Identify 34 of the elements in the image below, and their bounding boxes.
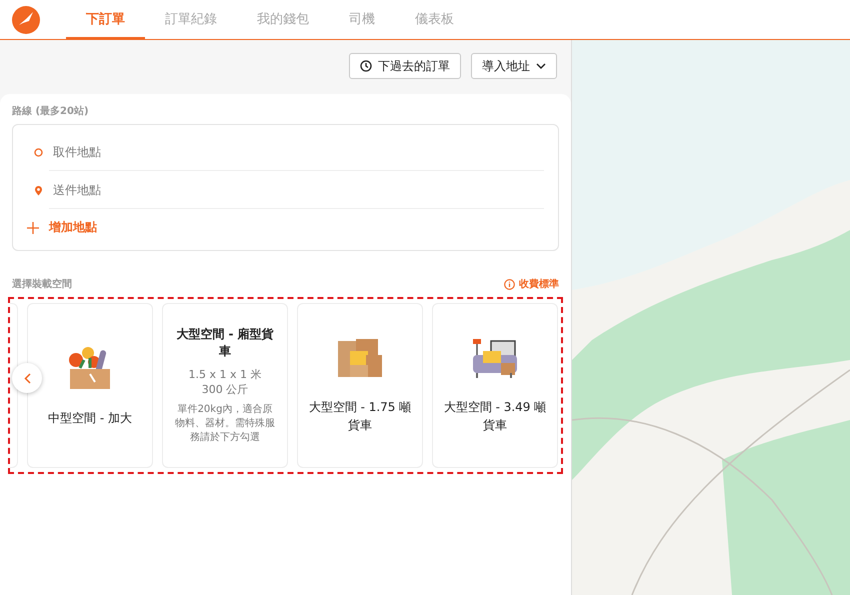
nav-tab[interactable]: 訂單紀錄 [145,0,237,40]
vehicle-name: 中型空間 - 加大 [48,410,132,427]
route-label: 路線 (最多20站) [12,104,90,118]
vehicle-section-label: 選擇裝載空間 [12,278,72,291]
vehicle-name: 大型空間 - 廂型貨車 [175,326,275,360]
bird-logo-icon[interactable] [12,6,40,34]
vehicle-card[interactable]: 中型空間 - 加大 [27,303,153,468]
vehicle-name: 大型空間 - 1.75 噸貨車 [308,399,412,434]
vehicle-note: 單件20kg內，適合原物料、器材。需特殊服務請於下方勾選 [174,403,276,446]
import-address-dropdown[interactable]: 導入地址 [471,53,557,79]
vehicle-name: 大型空間 - 3.49 噸貨車 [443,399,547,434]
plus-icon [27,222,39,234]
vehicle-specs: 1.5 x 1 x 1 米 300 公斤 [188,366,262,398]
sofa-boxes-icon [471,337,519,380]
nav-tab[interactable]: 司機 [329,0,395,40]
circle-marker-icon [34,148,42,156]
chevron-left-icon [24,372,30,384]
box-stack-icon [336,337,384,380]
vehicle-card[interactable]: 大型空間 - 廂型貨車 1.5 x 1 x 1 米 300 公斤 單件20kg內，適合原物料、器材。需特殊服務請於下方勾選 [162,303,288,468]
vehicle-card[interactable]: 大型空間 - 1.75 噸貨車 [297,303,423,468]
pin-icon [34,184,42,196]
add-stop-button[interactable]: 增加地點 [27,209,97,242]
clock-icon [360,60,372,72]
pricing-link[interactable]: 收費標準 [504,277,559,291]
address-input-field[interactable]: 取件地點 [49,133,544,171]
info-icon [504,278,515,290]
vehicle-card[interactable]: 大型空間 - 3.49 噸貨車 [432,303,558,468]
route-form[interactable]: 取件地點 送件地點 增加地點 [12,124,559,251]
nav-tab[interactable]: 我的錢包 [237,0,329,40]
chevron-down-icon [536,63,546,69]
nav-tab[interactable]: 儀表板 [395,0,474,40]
past-orders-button[interactable]: 下過去的訂單 [349,53,461,79]
previous-button[interactable] [12,363,42,393]
address-input-field[interactable]: 送件地點 [49,171,544,209]
